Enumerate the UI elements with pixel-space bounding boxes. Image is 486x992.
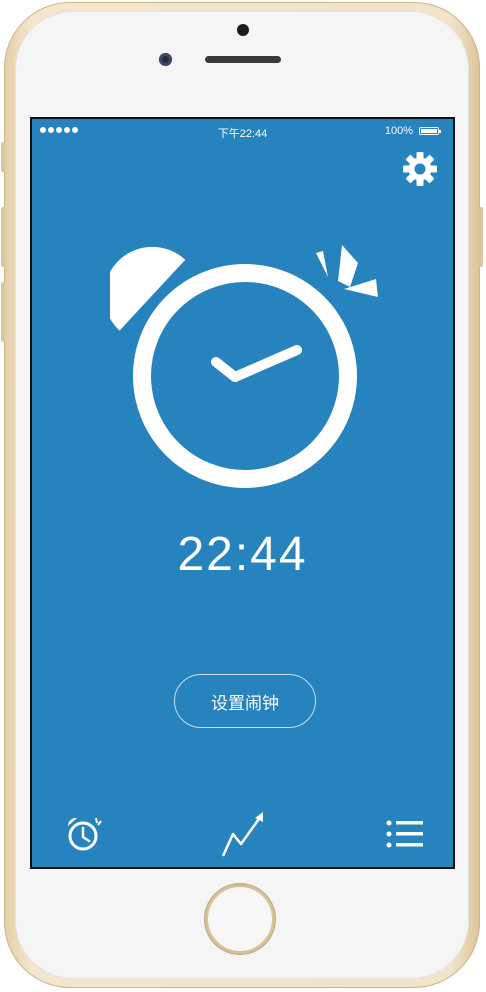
battery-icon [419, 127, 441, 135]
set-alarm-button[interactable]: 设置闹钟 [174, 674, 316, 728]
front-camera [159, 53, 172, 66]
tab-list[interactable] [380, 809, 430, 859]
volume-down-button [1, 282, 5, 342]
trend-chart-icon [221, 812, 263, 857]
earpiece-speaker [205, 56, 281, 63]
tab-statistics[interactable] [218, 809, 268, 859]
tab-alarm[interactable] [60, 809, 110, 859]
power-button [479, 207, 483, 267]
home-button[interactable] [205, 884, 275, 954]
list-icon [386, 820, 423, 848]
app-screen: 下午22:44 100% 22:44 设置闹钟 [30, 117, 455, 869]
proximity-sensor [237, 24, 249, 36]
alarm-clock-icon [67, 817, 102, 851]
current-time-display: 22:44 [177, 528, 308, 581]
battery-percentage: 100% [384, 125, 413, 137]
mute-switch [1, 142, 5, 172]
volume-up-button [1, 207, 5, 267]
bottom-tab-bar [32, 809, 453, 867]
status-bar: 下午22:44 100% [32, 119, 453, 145]
gear-icon[interactable] [402, 151, 438, 187]
alarm-clock-icon [110, 245, 378, 488]
